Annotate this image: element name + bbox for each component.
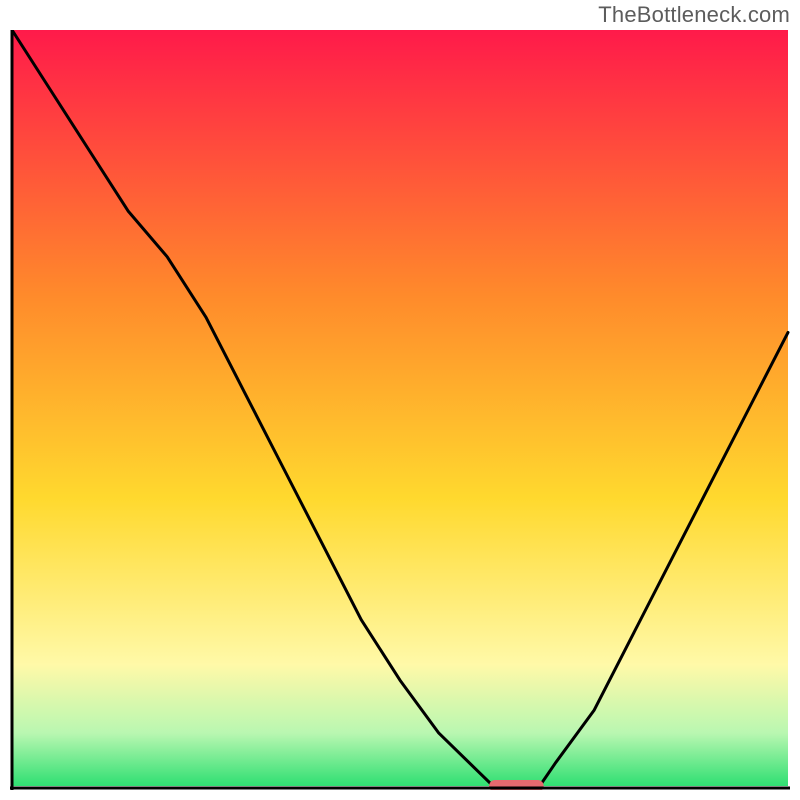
bottleneck-curve-chart — [10, 30, 790, 790]
chart-frame: TheBottleneck.com — [0, 0, 800, 800]
plot-area — [10, 30, 790, 790]
gradient-background — [12, 30, 788, 786]
watermark-label: TheBottleneck.com — [598, 2, 790, 28]
